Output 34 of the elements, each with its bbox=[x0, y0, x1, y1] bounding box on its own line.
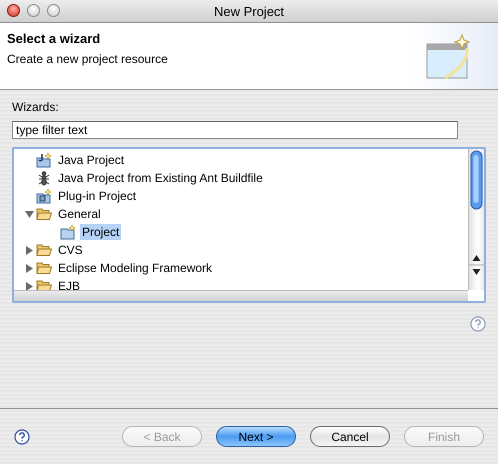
plugin-project-icon bbox=[36, 188, 52, 204]
minimize-button[interactable] bbox=[27, 4, 40, 17]
expand-arrow-icon[interactable] bbox=[25, 246, 34, 254]
expand-arrow-icon[interactable] bbox=[25, 264, 34, 272]
help-icon[interactable] bbox=[14, 428, 30, 444]
page-title: Select a wizard bbox=[7, 31, 102, 46]
tree-item[interactable]: Project bbox=[80, 224, 122, 240]
ant-icon bbox=[36, 170, 52, 186]
tree-item[interactable]: Java Project from Existing Ant Buildfile bbox=[56, 170, 265, 186]
tree-item[interactable]: Java Project bbox=[56, 152, 126, 168]
vertical-scrollbar[interactable] bbox=[468, 149, 484, 290]
wizards-label: Wizards: bbox=[12, 100, 59, 114]
close-button[interactable] bbox=[7, 4, 20, 17]
expand-arrow-icon[interactable] bbox=[25, 282, 34, 290]
tree-item[interactable]: General bbox=[56, 206, 103, 222]
wizard-button[interactable]: Next > bbox=[216, 426, 296, 447]
tree-item[interactable]: Plug-in Project bbox=[56, 188, 138, 204]
tree-item[interactable]: CVS bbox=[56, 242, 85, 258]
filter-field[interactable]: type filter text bbox=[12, 121, 458, 139]
folder-icon bbox=[36, 261, 52, 275]
page-description: Create a new project resource bbox=[7, 52, 168, 66]
project-icon bbox=[36, 152, 52, 168]
project-icon bbox=[60, 224, 76, 240]
collapse-arrow-icon[interactable] bbox=[25, 210, 34, 218]
scroll-thumb[interactable] bbox=[469, 149, 484, 211]
wizard-button[interactable]: Cancel bbox=[310, 426, 390, 447]
tree-item[interactable]: EJB bbox=[56, 278, 82, 290]
horizontal-scrollbar[interactable] bbox=[14, 290, 468, 301]
folder-icon bbox=[36, 279, 52, 290]
window-title: New Project bbox=[214, 4, 284, 18]
folder-icon bbox=[36, 207, 52, 221]
zoom-button[interactable] bbox=[47, 4, 60, 17]
tree-item[interactable]: Eclipse Modeling Framework bbox=[56, 260, 214, 276]
folder-icon bbox=[36, 243, 52, 257]
